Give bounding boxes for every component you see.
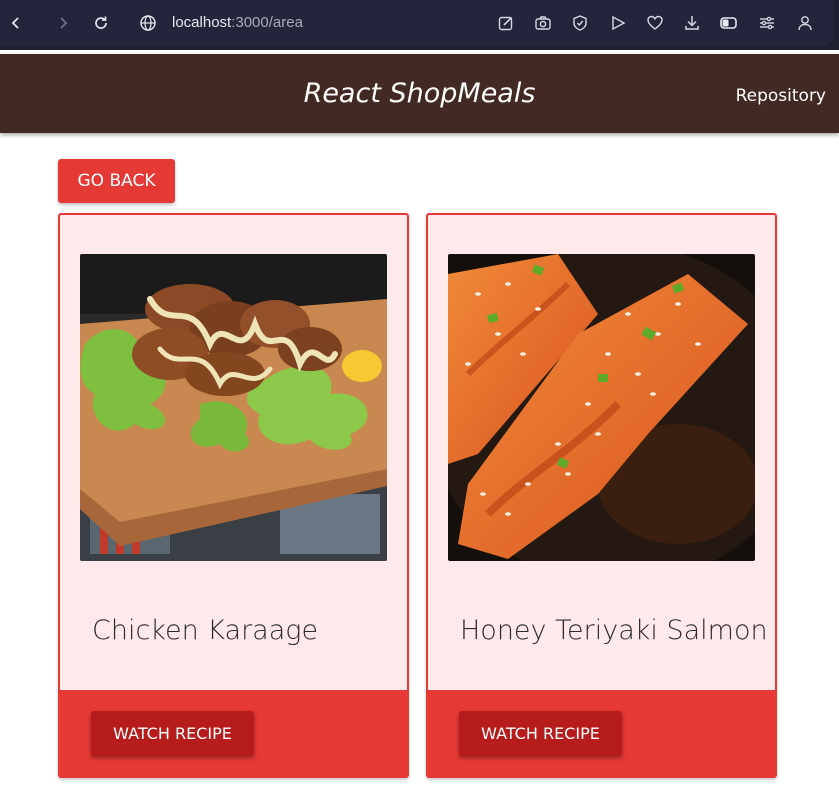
meal-card: Honey Teriyaki Salmon WATCH RECIPE	[426, 213, 777, 778]
reload-icon[interactable]	[90, 12, 112, 34]
download-icon[interactable]	[681, 12, 703, 34]
shield-icon[interactable]	[569, 12, 591, 34]
profile-icon[interactable]	[794, 12, 816, 34]
play-icon[interactable]	[607, 12, 629, 34]
card-footer: WATCH RECIPE	[428, 690, 775, 776]
edit-icon[interactable]	[495, 12, 517, 34]
meal-name: Honey Teriyaki Salmon	[460, 615, 768, 646]
meal-name: Chicken Karaage	[92, 615, 319, 646]
browser-toolbar: localhost:3000/area	[0, 0, 839, 50]
settings-sliders-icon[interactable]	[756, 12, 778, 34]
app-title: React ShopMeals	[303, 78, 536, 109]
forward-icon[interactable]	[52, 12, 74, 34]
meal-image[interactable]	[448, 254, 755, 561]
go-back-button[interactable]: GO BACK	[58, 159, 175, 203]
card-footer: WATCH RECIPE	[60, 690, 407, 776]
camera-icon[interactable]	[532, 12, 554, 34]
heart-icon[interactable]	[644, 12, 666, 34]
sidebar-toggle-icon[interactable]	[718, 12, 740, 34]
app-header: React ShopMeals Repository	[0, 54, 839, 133]
watch-recipe-button[interactable]: WATCH RECIPE	[91, 711, 254, 756]
watch-recipe-button[interactable]: WATCH RECIPE	[459, 711, 622, 756]
site-info-icon[interactable]	[137, 12, 159, 34]
url-host: localhost	[172, 14, 232, 31]
back-icon[interactable]	[5, 12, 27, 34]
address-bar[interactable]: localhost:3000/area	[172, 14, 303, 31]
meal-image[interactable]	[80, 254, 387, 561]
url-path: :3000/area	[231, 14, 303, 31]
repository-link[interactable]: Repository	[736, 86, 826, 106]
meal-card: Chicken Karaage WATCH RECIPE	[58, 213, 409, 778]
browser-toolbar-inner: localhost:3000/area	[0, 0, 833, 46]
